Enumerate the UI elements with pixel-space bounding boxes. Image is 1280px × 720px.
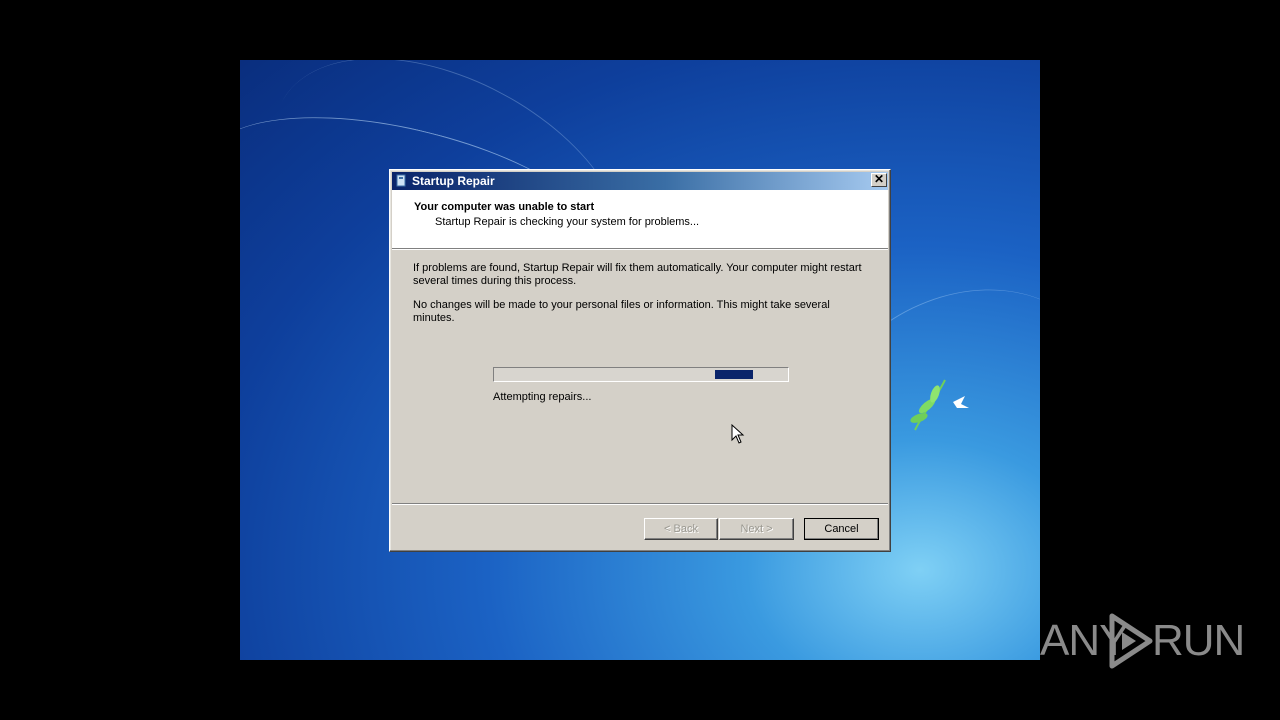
footer-divider bbox=[392, 503, 888, 505]
mouse-cursor-icon bbox=[731, 424, 745, 444]
close-button[interactable]: ✕ bbox=[871, 173, 887, 187]
header-divider bbox=[392, 249, 888, 250]
wizard-header: Your computer was unable to start Startu… bbox=[392, 190, 888, 249]
next-button[interactable]: Next > bbox=[719, 518, 794, 540]
info-paragraph-1: If problems are found, Startup Repair wi… bbox=[413, 262, 862, 287]
info-paragraph-2: No changes will be made to your personal… bbox=[413, 299, 830, 324]
anyrun-watermark: ANY RUN bbox=[1040, 606, 1245, 676]
status-text: Attempting repairs... bbox=[493, 391, 592, 403]
cancel-button[interactable]: Cancel bbox=[804, 518, 879, 540]
window-title: Startup Repair bbox=[412, 174, 495, 188]
header-title: Your computer was unable to start bbox=[414, 201, 595, 213]
watermark-text-right: RUN bbox=[1152, 616, 1245, 665]
title-bar[interactable]: Startup Repair ✕ bbox=[392, 172, 888, 190]
progress-bar bbox=[493, 367, 789, 382]
progress-bar-block bbox=[715, 370, 753, 379]
wallpaper-leaf-icon bbox=[910, 379, 969, 431]
play-logo-icon bbox=[1109, 613, 1153, 669]
back-button[interactable]: < Back bbox=[644, 518, 718, 540]
header-subtitle: Startup Repair is checking your system f… bbox=[435, 216, 700, 228]
startup-repair-dialog: Startup Repair ✕ Your computer was unabl… bbox=[389, 169, 891, 552]
startup-repair-app-icon bbox=[396, 174, 406, 187]
close-icon: ✕ bbox=[873, 172, 885, 186]
